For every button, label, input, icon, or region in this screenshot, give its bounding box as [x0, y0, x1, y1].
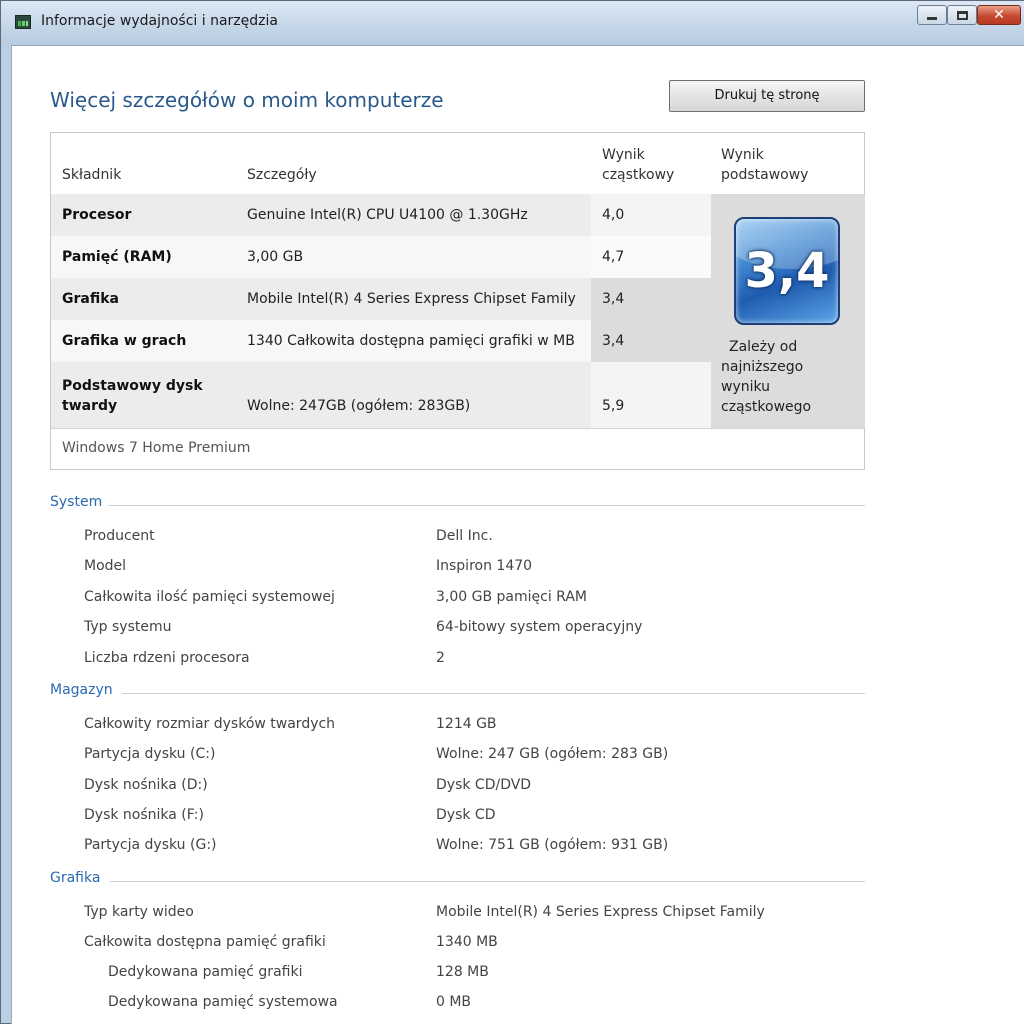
table-row: Grafika Mobile Intel(R) 4 Series Express… [51, 278, 711, 320]
prop-label: Model [84, 558, 127, 574]
score-cell-bg [591, 362, 711, 428]
base-note-line2: najniższego [721, 359, 804, 375]
prop-label: Dysk nośnika (D:) [84, 777, 208, 793]
header-subscore-line1: Wynik [602, 147, 645, 163]
row-details: Mobile Intel(R) 4 Series Express Chipset… [247, 291, 576, 307]
performance-app-icon [15, 15, 31, 29]
header-base-score: Wynik podstawowy [721, 145, 808, 185]
header-subscore: Wynik cząstkowy [602, 145, 674, 185]
content-area: Więcej szczegółów o moim komputerze Druk… [11, 45, 1024, 1024]
base-score-note: Zależy od najniższego wyniku cząstkowego [721, 337, 841, 417]
os-edition: Windows 7 Home Premium [62, 440, 251, 456]
maximize-icon [956, 10, 968, 20]
os-edition-row: Windows 7 Home Premium [51, 428, 864, 469]
prop-label: Całkowita ilość pamięci systemowej [84, 589, 335, 605]
base-note-line4: cząstkowego [721, 399, 812, 415]
row-component: Grafika w grach [62, 333, 187, 349]
section-title-graphics: Grafika [50, 870, 101, 886]
row-details: Genuine Intel(R) CPU U4100 @ 1.30GHz [247, 207, 528, 223]
row-component-line1: Podstawowy dysk [62, 378, 203, 394]
prop-value: 2 [436, 650, 445, 666]
prop-value: 3,00 GB pamięci RAM [436, 589, 587, 605]
prop-label: Całkowity rozmiar dysków twardych [84, 716, 336, 732]
minimize-icon [927, 16, 937, 20]
prop-label: Typ karty wideo [84, 904, 194, 920]
table-row: Grafika w grach 1340 Całkowita dostępna … [51, 320, 711, 362]
row-details: Wolne: 247GB (ogółem: 283GB) [247, 398, 471, 414]
prop-value: 1340 MB [436, 934, 498, 950]
row-details: 3,00 GB [247, 249, 304, 265]
score-table: Składnik Szczegóły Wynik cząstkowy Wynik… [50, 132, 865, 470]
row-score: 4,7 [602, 249, 625, 265]
row-component: Pamięć (RAM) [62, 249, 172, 265]
section-divider [110, 881, 865, 882]
prop-label: Partycja dysku (G:) [84, 837, 217, 853]
row-score: 4,0 [602, 207, 625, 223]
header-base-line1: Wynik [721, 147, 764, 163]
prop-label: Producent [84, 528, 155, 544]
title-bar[interactable]: Informacje wydajności i narzędzia ✕ [1, 1, 1024, 45]
prop-value: Dysk CD [436, 807, 496, 823]
close-button[interactable]: ✕ [977, 5, 1021, 25]
prop-value: 1214 GB [436, 716, 497, 732]
prop-value: 0 MB [436, 994, 472, 1010]
prop-label: Całkowita dostępna pamięć grafiki [84, 934, 326, 950]
window-controls: ✕ [917, 5, 1021, 25]
prop-value: Inspiron 1470 [436, 558, 533, 574]
row-component: Grafika [62, 291, 119, 307]
prop-value: Dysk CD/DVD [436, 777, 532, 793]
row-component-line2: twardy [62, 398, 118, 414]
close-icon: ✕ [993, 7, 1005, 23]
base-score-panel: 3,4 Zależy od najniższego wyniku cząstko… [711, 194, 865, 428]
row-score: 5,9 [602, 398, 625, 414]
prop-value: 128 MB [436, 964, 489, 980]
maximize-button[interactable] [947, 5, 977, 25]
print-page-button[interactable]: Drukuj tę stronę [669, 80, 865, 112]
prop-value: Mobile Intel(R) 4 Series Express Chipset… [436, 904, 765, 920]
header-base-line2: podstawowy [721, 167, 809, 183]
prop-value: 64-bitowy system operacyjny [436, 619, 643, 635]
row-score: 3,4 [602, 291, 625, 307]
header-details: Szczegóły [247, 167, 317, 183]
prop-label: Liczba rdzeni procesora [84, 650, 250, 666]
base-score-value: 3,4 [744, 243, 830, 299]
minimize-button[interactable] [917, 5, 947, 25]
table-row: Procesor Genuine Intel(R) CPU U4100 @ 1.… [51, 194, 711, 236]
page-title: Więcej szczegółów o moim komputerze [50, 88, 444, 112]
section-title-system: System [50, 494, 103, 510]
section-title-storage: Magazyn [50, 682, 113, 698]
base-note-line1: Zależy od [729, 339, 798, 355]
base-score-badge: 3,4 [734, 217, 840, 325]
prop-label: Dysk nośnika (F:) [84, 807, 204, 823]
row-component: Podstawowy dysk twardy [62, 376, 203, 416]
row-score: 3,4 [602, 333, 625, 349]
performance-window: Informacje wydajności i narzędzia ✕ Więc… [0, 0, 1024, 1024]
header-component: Składnik [62, 167, 122, 183]
window-title: Informacje wydajności i narzędzia [41, 13, 278, 29]
table-row: Pamięć (RAM) 3,00 GB 4,7 [51, 236, 711, 278]
prop-label: Partycja dysku (C:) [84, 746, 216, 762]
row-details: 1340 Całkowita dostępna pamięci grafiki … [247, 333, 575, 349]
prop-label: Dedykowana pamięć systemowa [108, 994, 338, 1010]
header-subscore-line2: cząstkowy [602, 167, 675, 183]
prop-value: Dell Inc. [436, 528, 493, 544]
prop-label: Typ systemu [84, 619, 172, 635]
table-row: Podstawowy dysk twardy Wolne: 247GB (ogó… [51, 362, 711, 428]
prop-label: Dedykowana pamięć grafiki [108, 964, 303, 980]
prop-value: Wolne: 751 GB (ogółem: 931 GB) [436, 837, 669, 853]
section-divider [108, 505, 865, 506]
row-component: Procesor [62, 207, 132, 223]
base-note-line3: wyniku [721, 379, 771, 395]
prop-value: Wolne: 247 GB (ogółem: 283 GB) [436, 746, 669, 762]
section-divider [122, 693, 865, 694]
